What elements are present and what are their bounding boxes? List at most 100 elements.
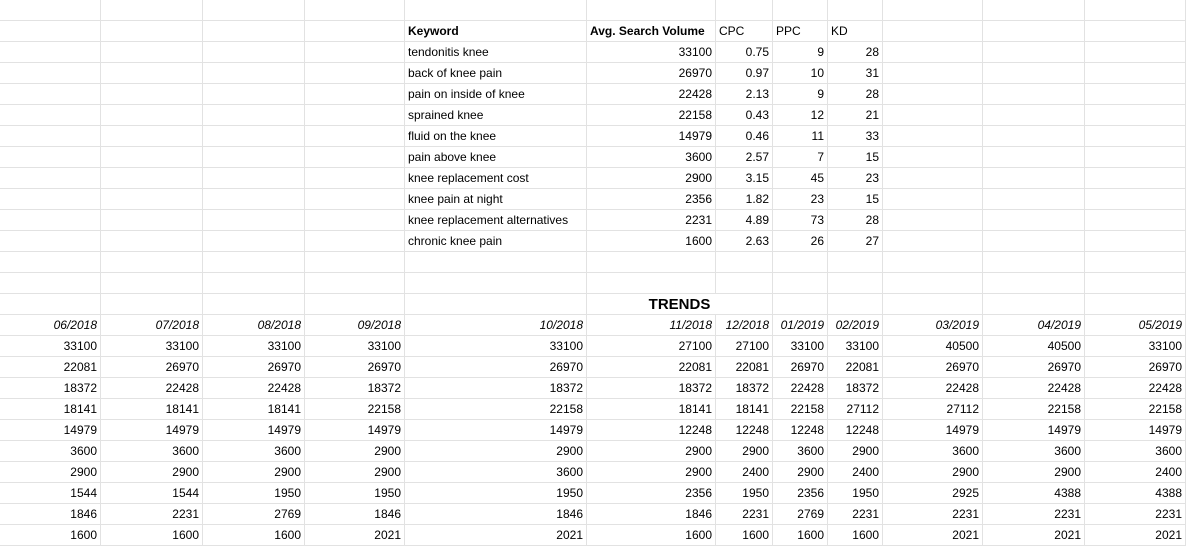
empty-cell[interactable] bbox=[883, 42, 983, 63]
trend-month-header[interactable]: 03/2019 bbox=[883, 315, 983, 336]
metric-cell[interactable]: 2.57 bbox=[716, 147, 773, 168]
trend-value-cell[interactable]: 4388 bbox=[983, 483, 1085, 504]
metric-cell[interactable]: 7 bbox=[773, 147, 828, 168]
trend-value-cell[interactable]: 22428 bbox=[101, 378, 203, 399]
trend-value-cell[interactable]: 1600 bbox=[773, 525, 828, 546]
trend-value-cell[interactable]: 40500 bbox=[983, 336, 1085, 357]
keyword-cell[interactable]: back of knee pain bbox=[405, 63, 587, 84]
metric-cell[interactable]: 45 bbox=[773, 168, 828, 189]
metric-cell[interactable]: 2.13 bbox=[716, 84, 773, 105]
trend-value-cell[interactable]: 18372 bbox=[305, 378, 405, 399]
empty-cell[interactable] bbox=[1085, 231, 1186, 252]
trend-value-cell[interactable]: 2900 bbox=[983, 462, 1085, 483]
trend-value-cell[interactable]: 2900 bbox=[305, 441, 405, 462]
trend-value-cell[interactable]: 14979 bbox=[405, 420, 587, 441]
empty-cell[interactable] bbox=[203, 168, 305, 189]
empty-cell[interactable] bbox=[203, 0, 305, 21]
trend-value-cell[interactable]: 18372 bbox=[587, 378, 716, 399]
trend-value-cell[interactable]: 27112 bbox=[828, 399, 883, 420]
metric-cell[interactable]: 14979 bbox=[587, 126, 716, 147]
trend-value-cell[interactable]: 2900 bbox=[773, 462, 828, 483]
trend-value-cell[interactable]: 1600 bbox=[716, 525, 773, 546]
empty-cell[interactable] bbox=[101, 63, 203, 84]
empty-cell[interactable] bbox=[101, 126, 203, 147]
empty-cell[interactable] bbox=[883, 210, 983, 231]
empty-cell[interactable] bbox=[405, 252, 587, 273]
empty-cell[interactable] bbox=[1085, 105, 1186, 126]
metric-cell[interactable]: 15 bbox=[828, 147, 883, 168]
empty-cell[interactable] bbox=[0, 126, 101, 147]
empty-cell[interactable] bbox=[101, 273, 203, 294]
trend-value-cell[interactable]: 1846 bbox=[305, 504, 405, 525]
empty-cell[interactable] bbox=[203, 126, 305, 147]
keyword-cell[interactable]: knee replacement cost bbox=[405, 168, 587, 189]
trend-value-cell[interactable]: 22428 bbox=[883, 378, 983, 399]
trend-month-header[interactable]: 05/2019 bbox=[1085, 315, 1186, 336]
trend-value-cell[interactable]: 14979 bbox=[1085, 420, 1186, 441]
spreadsheet-grid[interactable]: Keyword Avg. Search Volume CPC PPC KD tendoni… bbox=[0, 0, 1186, 550]
empty-cell[interactable] bbox=[983, 126, 1085, 147]
empty-cell[interactable] bbox=[716, 0, 773, 21]
trend-value-cell[interactable]: 22158 bbox=[983, 399, 1085, 420]
empty-cell[interactable] bbox=[883, 105, 983, 126]
keyword-cell[interactable]: pain on inside of knee bbox=[405, 84, 587, 105]
trend-value-cell[interactable]: 2231 bbox=[983, 504, 1085, 525]
metric-cell[interactable]: 23 bbox=[773, 189, 828, 210]
empty-cell[interactable] bbox=[883, 294, 983, 315]
trend-value-cell[interactable]: 2900 bbox=[587, 441, 716, 462]
keyword-cell[interactable]: tendonitis knee bbox=[405, 42, 587, 63]
metric-cell[interactable]: 2231 bbox=[587, 210, 716, 231]
trend-value-cell[interactable]: 1600 bbox=[587, 525, 716, 546]
empty-cell[interactable] bbox=[983, 210, 1085, 231]
empty-cell[interactable] bbox=[983, 0, 1085, 21]
empty-cell[interactable] bbox=[716, 252, 773, 273]
trend-value-cell[interactable]: 1600 bbox=[101, 525, 203, 546]
trend-value-cell[interactable]: 4388 bbox=[1085, 483, 1186, 504]
trend-value-cell[interactable]: 2900 bbox=[203, 462, 305, 483]
empty-cell[interactable] bbox=[101, 42, 203, 63]
trend-month-header[interactable]: 11/2018 bbox=[587, 315, 716, 336]
metric-cell[interactable]: 11 bbox=[773, 126, 828, 147]
empty-cell[interactable] bbox=[773, 294, 828, 315]
empty-cell[interactable] bbox=[0, 21, 101, 42]
trend-value-cell[interactable]: 2769 bbox=[773, 504, 828, 525]
trend-value-cell[interactable]: 1950 bbox=[203, 483, 305, 504]
metric-cell[interactable]: 26970 bbox=[587, 63, 716, 84]
empty-cell[interactable] bbox=[101, 189, 203, 210]
trend-month-header[interactable]: 04/2019 bbox=[983, 315, 1085, 336]
trend-month-header[interactable]: 02/2019 bbox=[828, 315, 883, 336]
empty-cell[interactable] bbox=[0, 231, 101, 252]
metric-cell[interactable]: 12 bbox=[773, 105, 828, 126]
empty-cell[interactable] bbox=[101, 147, 203, 168]
trends-title[interactable]: TRENDS bbox=[587, 294, 773, 315]
empty-cell[interactable] bbox=[405, 294, 587, 315]
metric-cell[interactable]: 21 bbox=[828, 105, 883, 126]
trend-value-cell[interactable]: 22428 bbox=[983, 378, 1085, 399]
trend-value-cell[interactable]: 33100 bbox=[203, 336, 305, 357]
trend-value-cell[interactable]: 14979 bbox=[883, 420, 983, 441]
empty-cell[interactable] bbox=[0, 294, 101, 315]
empty-cell[interactable] bbox=[0, 147, 101, 168]
metric-cell[interactable]: 33100 bbox=[587, 42, 716, 63]
trend-value-cell[interactable]: 26970 bbox=[101, 357, 203, 378]
empty-cell[interactable] bbox=[305, 231, 405, 252]
trend-value-cell[interactable]: 2900 bbox=[305, 462, 405, 483]
trend-value-cell[interactable]: 3600 bbox=[983, 441, 1085, 462]
metric-cell[interactable]: 1600 bbox=[587, 231, 716, 252]
empty-cell[interactable] bbox=[1085, 42, 1186, 63]
trend-value-cell[interactable]: 2021 bbox=[405, 525, 587, 546]
keyword-cell[interactable]: sprained knee bbox=[405, 105, 587, 126]
empty-cell[interactable] bbox=[883, 84, 983, 105]
keyword-cell[interactable]: pain above knee bbox=[405, 147, 587, 168]
metric-cell[interactable]: 2900 bbox=[587, 168, 716, 189]
trend-value-cell[interactable]: 3600 bbox=[203, 441, 305, 462]
trend-value-cell[interactable]: 2925 bbox=[883, 483, 983, 504]
empty-cell[interactable] bbox=[203, 252, 305, 273]
empty-cell[interactable] bbox=[203, 63, 305, 84]
trend-value-cell[interactable]: 26970 bbox=[305, 357, 405, 378]
empty-cell[interactable] bbox=[828, 294, 883, 315]
trend-value-cell[interactable]: 2900 bbox=[716, 441, 773, 462]
trend-value-cell[interactable]: 1950 bbox=[405, 483, 587, 504]
empty-cell[interactable] bbox=[305, 21, 405, 42]
trend-value-cell[interactable]: 3600 bbox=[1085, 441, 1186, 462]
